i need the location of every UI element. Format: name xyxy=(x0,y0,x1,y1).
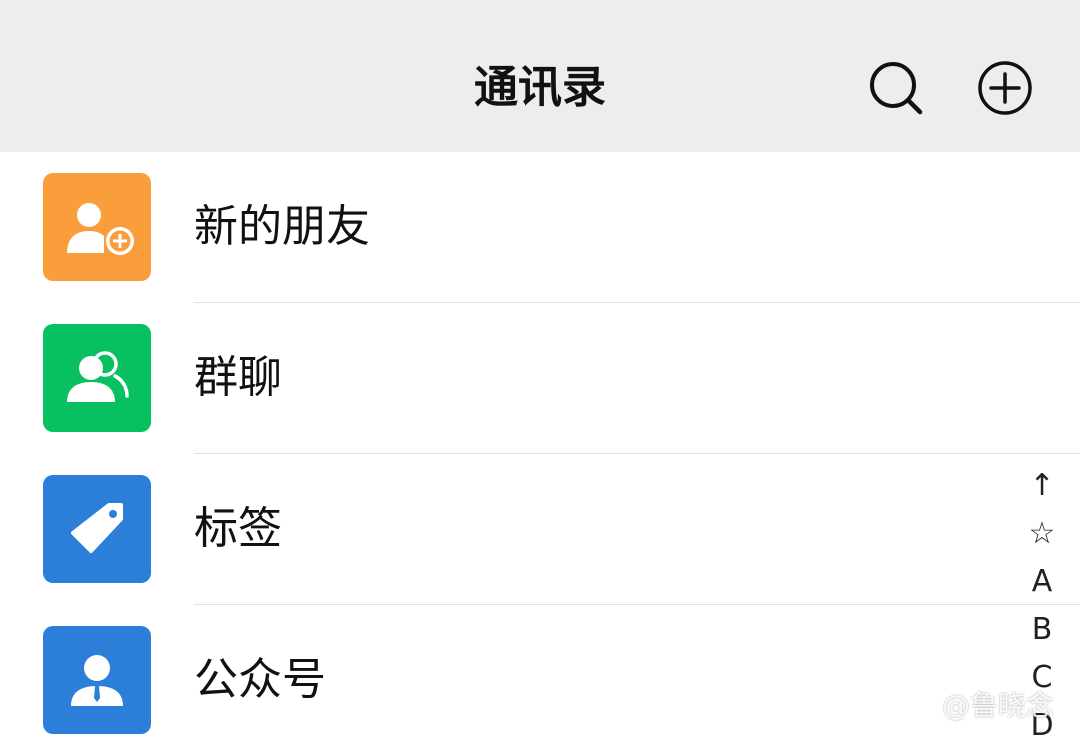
tag-icon xyxy=(43,475,151,583)
index-letter-b[interactable]: B xyxy=(1014,606,1070,654)
add-friend-icon xyxy=(43,173,151,281)
index-top-arrow[interactable]: ↑ xyxy=(1014,462,1070,510)
list-item-label: 标签 xyxy=(194,503,282,554)
search-icon[interactable] xyxy=(864,56,928,120)
list-item-group-chats[interactable]: 群聊 xyxy=(0,303,1080,454)
top-bar: 通讯录 xyxy=(0,0,1080,152)
list-item-tags[interactable]: 标签 xyxy=(0,454,1080,605)
watermark-text: @鲁晓念 xyxy=(942,689,1055,722)
list-item-label: 新的朋友 xyxy=(194,201,370,252)
index-star[interactable]: ☆ xyxy=(1014,510,1070,558)
watermark: @鲁晓念 xyxy=(912,684,1054,724)
list-item-label: 公众号 xyxy=(194,654,326,705)
group-chat-icon xyxy=(43,324,151,432)
contact-entry-list: 新的朋友 群聊 标签 公众号 xyxy=(0,152,1080,756)
index-letter-a[interactable]: A xyxy=(1014,558,1070,606)
official-account-icon xyxy=(43,626,151,734)
list-item-official-accounts[interactable]: 公众号 xyxy=(0,605,1080,756)
list-item-label: 群聊 xyxy=(194,352,282,403)
list-item-new-friends[interactable]: 新的朋友 xyxy=(0,152,1080,303)
paw-icon xyxy=(913,693,937,714)
add-circle-icon[interactable] xyxy=(972,56,1036,120)
